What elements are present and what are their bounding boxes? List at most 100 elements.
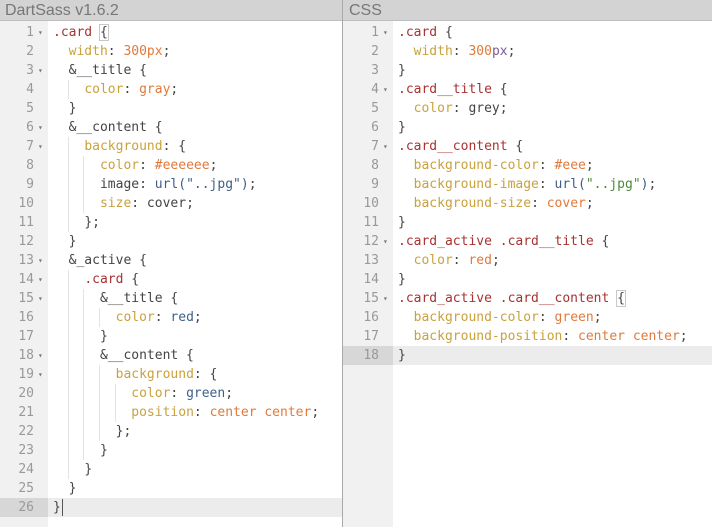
code-line[interactable]: 11} bbox=[343, 213, 712, 232]
code-line[interactable]: 4 ▾ .card__title { bbox=[343, 80, 712, 99]
code-line[interactable]: 2 width: 300px; bbox=[0, 42, 342, 61]
code-line[interactable]: 3} bbox=[343, 61, 712, 80]
fold-arrow-icon[interactable]: ▾ bbox=[38, 137, 43, 156]
line-number: 26 bbox=[0, 498, 48, 517]
token-num: 300 bbox=[468, 44, 492, 59]
fold-arrow-icon[interactable]: ▾ bbox=[38, 346, 43, 365]
code-line[interactable]: 8 background-color: #eee; bbox=[343, 156, 712, 175]
fold-arrow-icon[interactable]: ▾ bbox=[383, 232, 388, 251]
line-number: 9 bbox=[371, 177, 379, 192]
code-line[interactable]: 10 background-size: cover; bbox=[343, 194, 712, 213]
code-line[interactable]: 9 background-image: url("..jpg"); bbox=[343, 175, 712, 194]
fold-arrow-icon[interactable]: ▾ bbox=[383, 23, 388, 42]
code-line[interactable]: 9 image: url("..jpg"); bbox=[0, 175, 342, 194]
code-line[interactable]: 1 ▾ .card { bbox=[343, 23, 712, 42]
token-plain: : { bbox=[162, 139, 187, 154]
code-line[interactable]: 19 ▾ background: { bbox=[0, 365, 342, 384]
code-line[interactable]: 21 position: center center; bbox=[0, 403, 342, 422]
fold-arrow-icon[interactable]: ▾ bbox=[383, 137, 388, 156]
indent-guide bbox=[83, 289, 85, 308]
fold-arrow-icon[interactable]: ▾ bbox=[38, 61, 43, 80]
line-number: 9 bbox=[26, 177, 34, 192]
token-plain: ; bbox=[225, 386, 234, 401]
code-line[interactable]: 2 width: 300px; bbox=[343, 42, 712, 61]
code-line[interactable]: 7 ▾ background: { bbox=[0, 137, 342, 156]
code-text: &__content { bbox=[53, 346, 194, 365]
code-line[interactable]: 20 color: green; bbox=[0, 384, 342, 403]
token-plain: ; bbox=[585, 158, 594, 173]
token-plain: : bbox=[107, 44, 124, 59]
code-line[interactable]: 15 ▾ &__title { bbox=[0, 289, 342, 308]
token-plain: } bbox=[68, 101, 77, 116]
code-line[interactable]: 15 ▾ .card_active .card__content { bbox=[343, 289, 712, 308]
line-number: 25 bbox=[18, 481, 34, 496]
code-line[interactable]: 1 ▾ .card { bbox=[0, 23, 342, 42]
code-line[interactable]: 7 ▾ .card__content { bbox=[343, 137, 712, 156]
fold-arrow-icon[interactable]: ▾ bbox=[38, 289, 43, 308]
indent-guide bbox=[67, 327, 69, 346]
code-line[interactable]: 8 color: #eeeeee; bbox=[0, 156, 342, 175]
code-text: color: red; bbox=[53, 308, 202, 327]
token-sel: .card_active .card__title bbox=[398, 234, 594, 249]
token-prop: width bbox=[68, 44, 108, 59]
code-line[interactable]: 17 } bbox=[0, 327, 342, 346]
code-line[interactable]: 16 background-color: green; bbox=[343, 308, 712, 327]
fold-arrow-icon[interactable]: ▾ bbox=[383, 80, 388, 99]
code-line[interactable]: 25 } bbox=[0, 479, 342, 498]
token-prop: color bbox=[99, 158, 140, 173]
code-line[interactable]: 23 } bbox=[0, 441, 342, 460]
code-line[interactable]: 6} bbox=[343, 118, 712, 137]
fold-arrow-icon[interactable]: ▾ bbox=[383, 289, 388, 308]
code-text: background: { bbox=[53, 137, 186, 156]
code-line[interactable]: 26} bbox=[0, 498, 342, 517]
code-line[interactable]: 18} bbox=[343, 346, 712, 365]
code-line[interactable]: 22 }; bbox=[0, 422, 342, 441]
indent-guide bbox=[67, 175, 69, 194]
code-line[interactable]: 5 color: grey; bbox=[343, 99, 712, 118]
code-line[interactable]: 11 }; bbox=[0, 213, 342, 232]
code-line[interactable]: 17 background-position: center center; bbox=[343, 327, 712, 346]
code-line[interactable]: 6 ▾ &__content { bbox=[0, 118, 342, 137]
code-text: width: 300px; bbox=[398, 42, 516, 61]
token-plain: &__title { bbox=[99, 291, 179, 306]
token-plain: } bbox=[68, 481, 77, 496]
code-line[interactable]: 12 } bbox=[0, 232, 342, 251]
code-line[interactable]: 18 ▾ &__content { bbox=[0, 346, 342, 365]
code-text: position: center center; bbox=[53, 403, 319, 422]
token-prop: background-color bbox=[413, 158, 539, 173]
code-line[interactable]: 10 size: cover; bbox=[0, 194, 342, 213]
fold-arrow-icon[interactable]: ▾ bbox=[38, 23, 43, 42]
code-line[interactable]: 3 ▾ &__title { bbox=[0, 61, 342, 80]
sass-code-editor[interactable]: 1 ▾ .card {2 width: 300px; 3 ▾ &__title {4 c… bbox=[0, 21, 342, 527]
fold-arrow-icon[interactable]: ▾ bbox=[38, 118, 43, 137]
code-line[interactable]: 13 ▾ &_active { bbox=[0, 251, 342, 270]
token-plain: : bbox=[170, 386, 187, 401]
token-plain: : { bbox=[193, 367, 218, 382]
token-plain: ; bbox=[311, 405, 320, 420]
code-line[interactable]: 4 color: gray; bbox=[0, 80, 342, 99]
code-line[interactable]: 24 } bbox=[0, 460, 342, 479]
indent-guide bbox=[67, 156, 69, 175]
indent-guide bbox=[99, 422, 101, 441]
indent-guide bbox=[67, 289, 69, 308]
code-line[interactable]: 14} bbox=[343, 270, 712, 289]
token-plain: { bbox=[616, 290, 626, 307]
code-line[interactable]: 16 color: red; bbox=[0, 308, 342, 327]
code-line[interactable]: 12 ▾ .card_active .card__title { bbox=[343, 232, 712, 251]
indent-guide bbox=[99, 403, 101, 422]
token-sel: .card__title bbox=[398, 82, 492, 97]
code-line[interactable]: 5 } bbox=[0, 99, 342, 118]
fold-arrow-icon[interactable]: ▾ bbox=[38, 270, 43, 289]
code-text: color: red; bbox=[398, 251, 500, 270]
fold-arrow-icon[interactable]: ▾ bbox=[38, 365, 43, 384]
token-plain: &__content { bbox=[99, 348, 194, 363]
code-line[interactable]: 14 ▾ .card { bbox=[0, 270, 342, 289]
fold-arrow-icon[interactable]: ▾ bbox=[38, 251, 43, 270]
token-url: url("..jpg") bbox=[154, 177, 249, 192]
token-plain: : bbox=[193, 405, 210, 420]
css-code-editor[interactable]: 1 ▾ .card {2 width: 300px; 3} 4 ▾ .card__title… bbox=[343, 21, 712, 527]
token-url: url( bbox=[554, 177, 586, 192]
indent-guide bbox=[83, 327, 85, 346]
code-line[interactable]: 13 color: red; bbox=[343, 251, 712, 270]
